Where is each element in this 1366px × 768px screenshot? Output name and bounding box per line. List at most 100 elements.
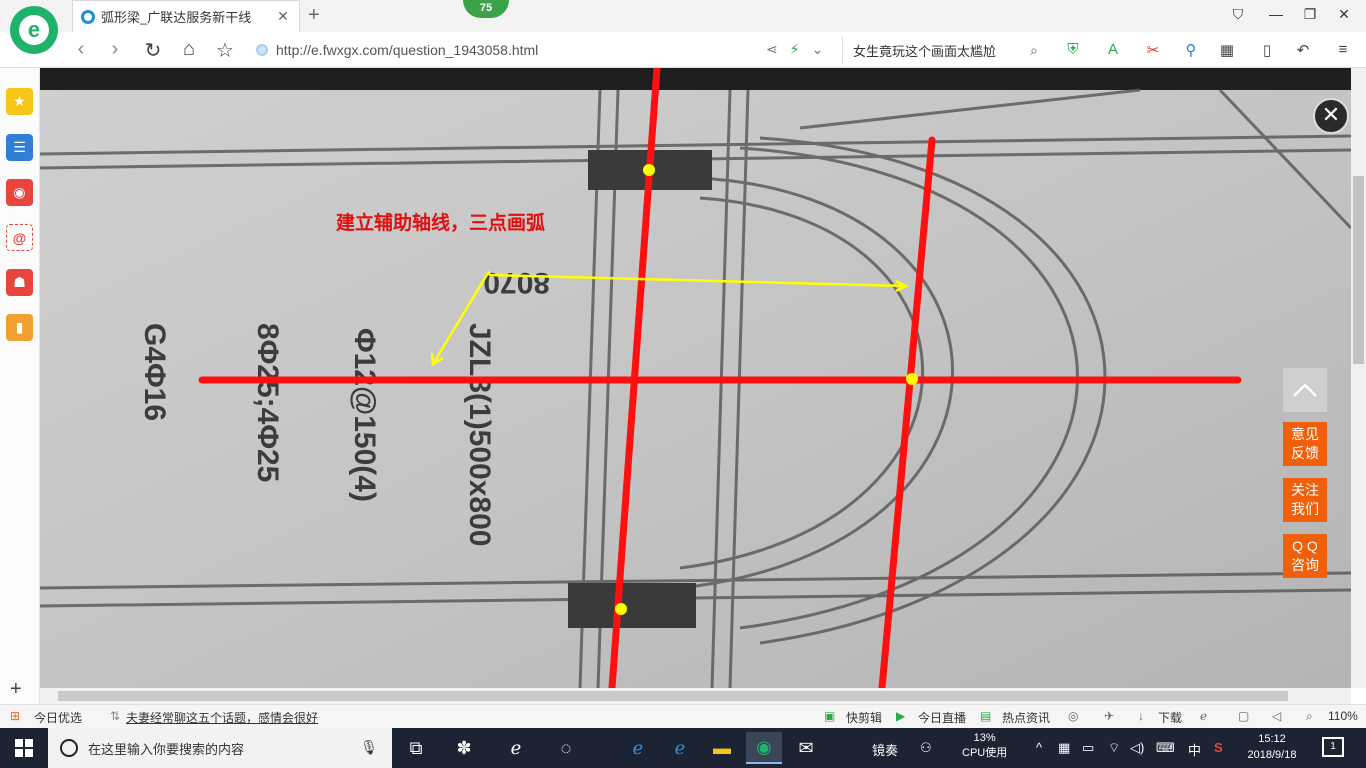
chevron-down-icon[interactable]: ⌄ — [812, 41, 824, 58]
forward-icon[interactable]: › — [102, 38, 128, 61]
feedback-button[interactable]: 意见 反馈 — [1283, 422, 1327, 466]
clock-date: 2018/9/18 — [1247, 749, 1297, 761]
ie-mode-icon[interactable]: ℯ — [1200, 709, 1207, 723]
edge-icon[interactable]: ℯ — [620, 732, 656, 764]
fan-app-icon[interactable]: ✽ — [446, 732, 482, 764]
folder-icon[interactable]: ▬ — [704, 732, 740, 764]
live-link[interactable]: 今日直播 — [918, 709, 966, 726]
task-view-icon[interactable]: ⧉ — [398, 732, 434, 764]
360-browser-icon[interactable]: ◉ — [746, 732, 782, 764]
weibo-icon[interactable]: ◉ — [6, 179, 33, 206]
hot-news-icon: ▤ — [980, 709, 992, 723]
tray-app-icon[interactable]: ▦ — [1058, 740, 1070, 756]
site-favicon-icon — [81, 9, 95, 24]
hot-news-link[interactable]: 热点资讯 — [1002, 709, 1050, 726]
wifi-icon[interactable]: ⌔ — [1108, 740, 1120, 756]
edge-browser-icon[interactable]: ℯ — [498, 732, 534, 764]
refresh-icon[interactable]: ↻ — [140, 38, 166, 63]
address-url[interactable]: http://e.fwxgx.com/question_1943058.html — [276, 42, 538, 58]
sogou-ime-icon[interactable]: S — [1214, 740, 1223, 755]
magnifier-icon[interactable]: ⚲ — [1180, 41, 1202, 59]
start-button[interactable] — [0, 728, 48, 768]
tab-bar: 弧形梁_广联达服务新干线 ✕ + 75 ⛉ — ❐ ✕ — [0, 0, 1366, 32]
back-to-top-button[interactable] — [1283, 368, 1327, 412]
ime-indicator[interactable]: 中 — [1188, 740, 1201, 759]
qq-consult-button[interactable]: Q Q 咨询 — [1283, 534, 1327, 578]
vertical-scrollbar[interactable] — [1351, 68, 1366, 688]
apps-grid-icon[interactable]: ▦ — [1216, 41, 1238, 59]
zoom-level[interactable]: 110% — [1328, 709, 1358, 723]
ie-icon[interactable]: ℯ — [662, 732, 698, 764]
swirl-app-icon[interactable]: ◌ — [548, 732, 584, 764]
battery-icon[interactable]: ▭ — [1082, 740, 1094, 756]
scissors-icon[interactable]: ✂ — [1142, 41, 1164, 59]
undo-icon[interactable]: ↶ — [1292, 41, 1314, 59]
cpu-percent: 13% — [973, 732, 996, 744]
status-bar: ⊞ 今日优选 ⇅ 夫妻经常聊这五个话题，感情会很好 ▣ 快剪辑 ▶ 今日直播 ▤… — [0, 704, 1366, 728]
back-icon[interactable]: ‹ — [68, 38, 94, 61]
game-controller-icon[interactable]: ☗ — [6, 269, 33, 296]
tablet-icon[interactable]: ▯ — [1256, 41, 1278, 59]
today-picks-link[interactable]: 今日优选 — [34, 709, 82, 726]
photo-text-side: G4Φ16 — [138, 323, 171, 421]
share-icon[interactable]: ⋖ — [766, 41, 778, 58]
quick-cut-link[interactable]: 快剪辑 — [846, 709, 882, 726]
menu-icon[interactable]: ≡ — [1332, 41, 1354, 58]
restore-icon[interactable]: ❐ — [1300, 6, 1320, 23]
vertical-scroll-thumb[interactable] — [1353, 176, 1364, 364]
speaker-icon[interactable]: ◁) — [1130, 740, 1144, 756]
pin-icon[interactable]: ✈ — [1104, 709, 1114, 723]
follow-us-button[interactable]: 关注 我们 — [1283, 478, 1327, 522]
minimize-icon[interactable]: — — [1266, 6, 1286, 22]
volume-icon[interactable]: ◁ — [1272, 709, 1281, 723]
column-block-bottom — [568, 583, 696, 628]
browser-logo-icon[interactable]: e — [10, 6, 58, 54]
headline-link[interactable]: 夫妻经常聊这五个话题，感情会很好 — [126, 709, 318, 726]
taskbar-search[interactable]: 在这里输入你要搜索的内容 🎙 — [48, 728, 392, 768]
search-icon[interactable]: ⌕ — [1030, 42, 1048, 59]
photo-text-beam: JZL3(1)500x800 — [463, 323, 496, 546]
news-icon[interactable]: ☰ — [6, 134, 33, 161]
accelerate-icon[interactable]: ◎ — [1068, 709, 1078, 723]
news-arrows-icon[interactable]: ⇅ — [110, 709, 120, 723]
tab-active[interactable]: 弧形梁_广联达服务新干线 ✕ — [72, 0, 300, 32]
tray-expand-icon[interactable]: ^ — [1036, 740, 1042, 755]
translate-icon[interactable]: A — [1102, 41, 1124, 58]
cpu-meter[interactable]: 13% CPU使用 — [962, 731, 1007, 761]
email-at-icon[interactable]: @ — [6, 224, 33, 251]
search-input[interactable]: 女生竟玩这个画面太尴尬 — [853, 41, 1030, 60]
sidebar-add-icon[interactable]: + — [10, 678, 22, 701]
notification-center-icon[interactable]: 1 — [1322, 737, 1344, 757]
keyboard-icon[interactable]: ⌨ — [1156, 740, 1175, 756]
horizontal-scroll-thumb[interactable] — [58, 691, 1288, 701]
favorites-star-icon[interactable]: ★ — [6, 88, 33, 115]
search-box[interactable]: 女生竟玩这个画面太尴尬 ⌕ — [842, 37, 1048, 63]
shirt-skin-icon[interactable]: ⛉ — [1228, 6, 1248, 23]
photo-text-rebar: 8Φ25;4Φ25 — [251, 323, 284, 482]
horizontal-scrollbar[interactable] — [40, 688, 1351, 704]
taskbar-clock[interactable]: 15:12 2018/9/18 — [1242, 731, 1302, 763]
window-icon[interactable]: ▢ — [1238, 709, 1249, 723]
people-icon[interactable]: ⚇ — [920, 740, 932, 756]
close-window-icon[interactable]: ✕ — [1334, 6, 1354, 23]
weather-badge[interactable]: 75 — [463, 0, 509, 18]
tab-close-icon[interactable]: ✕ — [275, 8, 291, 25]
address-bar[interactable]: http://e.fwxgx.com/question_1943058.html — [256, 37, 836, 63]
home-icon[interactable]: ⌂ — [176, 38, 202, 61]
sidebar: ★ ☰ ◉ @ ☗ ▮ + — [0, 68, 40, 708]
taskbar-search-placeholder[interactable]: 在这里输入你要搜索的内容 — [88, 739, 244, 758]
tray-text[interactable]: 镜奏 — [872, 740, 898, 759]
address-tools: ⋖ ⚡ ⌄ — [766, 41, 823, 58]
favorite-star-icon[interactable]: ☆ — [212, 38, 238, 63]
download-icon: ↓ — [1138, 709, 1144, 723]
novel-book-icon[interactable]: ▮ — [6, 314, 33, 341]
speed-mode-icon[interactable]: ⚡ — [790, 41, 800, 58]
microphone-icon[interactable]: 🎙 — [360, 739, 378, 756]
security-shield-icon[interactable]: ⛨ — [1062, 41, 1084, 58]
mail-icon[interactable]: ✉ — [788, 732, 824, 764]
download-link[interactable]: 下载 — [1158, 709, 1182, 726]
annotation-label: 建立辅助轴线，三点画弧 — [336, 212, 546, 234]
close-overlay-button[interactable]: ✕ — [1313, 98, 1349, 134]
page-content: JZL3(1)500x800 Φ12@150(4) 8Φ25;4Φ25 G4Φ1… — [40, 68, 1351, 688]
new-tab-icon[interactable]: + — [308, 4, 320, 27]
